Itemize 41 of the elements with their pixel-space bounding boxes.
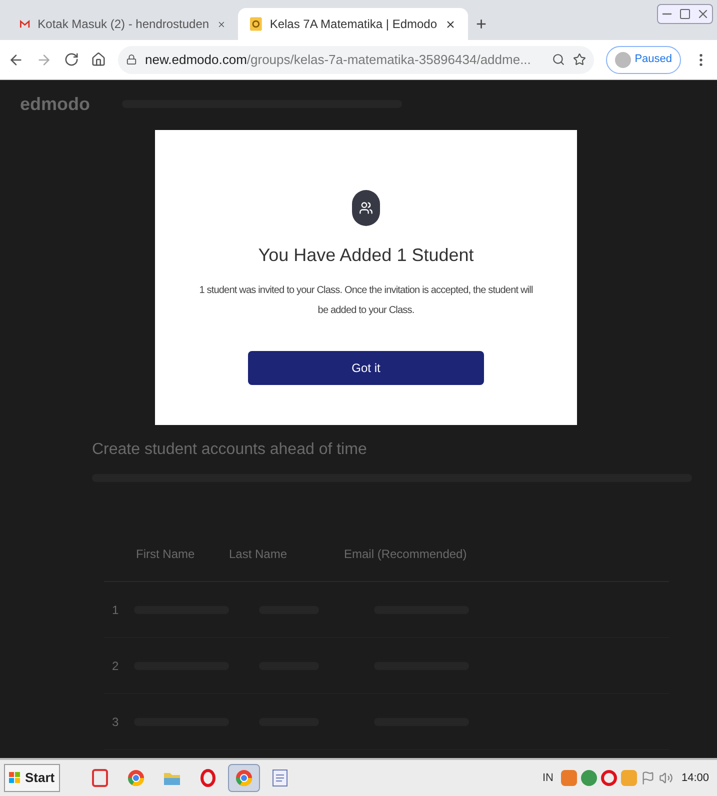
column-header: Email (Recommended) — [344, 546, 467, 562]
students-icon — [352, 190, 380, 226]
language-indicator[interactable]: IN — [538, 770, 558, 786]
back-icon[interactable] — [8, 52, 24, 68]
modal-title: You Have Added 1 Student — [258, 244, 474, 267]
new-tab-button[interactable]: + — [468, 8, 495, 40]
tray-icon[interactable] — [581, 770, 598, 786]
tray-icon[interactable] — [621, 770, 638, 786]
browser-icon[interactable] — [228, 764, 260, 792]
volume-icon[interactable] — [659, 771, 674, 785]
modal-message: 1 student was invited to your Class. Once the invitation is accepted, the student will be added to your Class. — [198, 284, 534, 318]
home-icon[interactable] — [91, 52, 106, 67]
url-text: new.edmodo.com/groups/kelas-7a-matematika-35896434/addme... — [145, 50, 532, 69]
profile-button[interactable]: Paused — [606, 46, 681, 74]
column-header: Last Name — [229, 546, 288, 562]
windows-logo-icon — [9, 772, 21, 784]
got-it-button[interactable]: Got it — [248, 351, 484, 385]
lock-icon — [126, 54, 137, 65]
row-number: 3 — [111, 714, 120, 730]
browser-tab[interactable]: Kelas 7A Matematika | Edmodo — [238, 8, 468, 40]
section-title: Create student accounts ahead of time — [92, 440, 368, 460]
flag-icon[interactable] — [641, 771, 656, 785]
star-icon[interactable] — [572, 53, 586, 66]
address-field[interactable]: new.edmodo.com/groups/kelas-7a-matematika-35896434/addme... — [118, 46, 594, 74]
logo-icon — [250, 16, 262, 32]
row-number: 1 — [111, 602, 120, 618]
mail-icon — [20, 18, 30, 30]
tray-icon[interactable] — [601, 770, 618, 786]
tab-title: Kotak Masuk (2) - hendrostuden — [38, 16, 210, 33]
column-header: First Name — [135, 546, 196, 562]
maximize-icon[interactable] — [679, 8, 691, 20]
start-button[interactable]: Start — [4, 764, 60, 792]
avatar-icon — [614, 52, 631, 68]
tab-title: Kelas 7A Matematika | Edmodo — [270, 16, 438, 33]
reload-icon[interactable] — [64, 52, 79, 67]
tray-icon[interactable] — [561, 770, 578, 786]
forward-icon[interactable] — [36, 52, 52, 68]
zoom-icon[interactable] — [552, 53, 565, 66]
row-number: 2 — [111, 658, 120, 674]
clock[interactable]: 14:00 — [677, 770, 713, 786]
browser-tab[interactable]: Kotak Masuk (2) - hendrostuden — [8, 8, 238, 40]
